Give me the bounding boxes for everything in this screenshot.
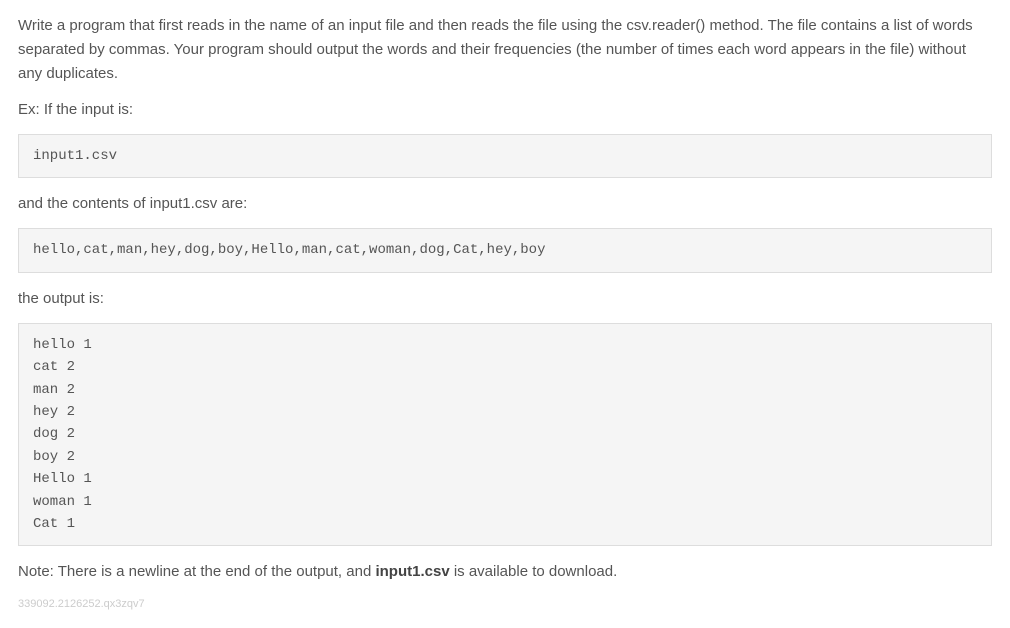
note-paragraph: Note: There is a newline at the end of t… [18, 560, 992, 584]
input-code-block: input1.csv [18, 134, 992, 178]
note-bold-filename: input1.csv [375, 563, 449, 580]
watermark-text: 339092.2126252.qx3zqv7 [18, 596, 992, 614]
note-prefix-text: Note: There is a newline at the end of t… [18, 563, 375, 580]
problem-description: Write a program that first reads in the … [18, 14, 992, 86]
contents-intro: and the contents of input1.csv are: [18, 192, 992, 216]
csv-contents-code-block: hello,cat,man,hey,dog,boy,Hello,man,cat,… [18, 228, 992, 272]
example-intro: Ex: If the input is: [18, 98, 992, 122]
output-code-block: hello 1 cat 2 man 2 hey 2 dog 2 boy 2 He… [18, 323, 992, 547]
note-suffix-text: is available to download. [450, 563, 618, 580]
output-intro: the output is: [18, 287, 992, 311]
